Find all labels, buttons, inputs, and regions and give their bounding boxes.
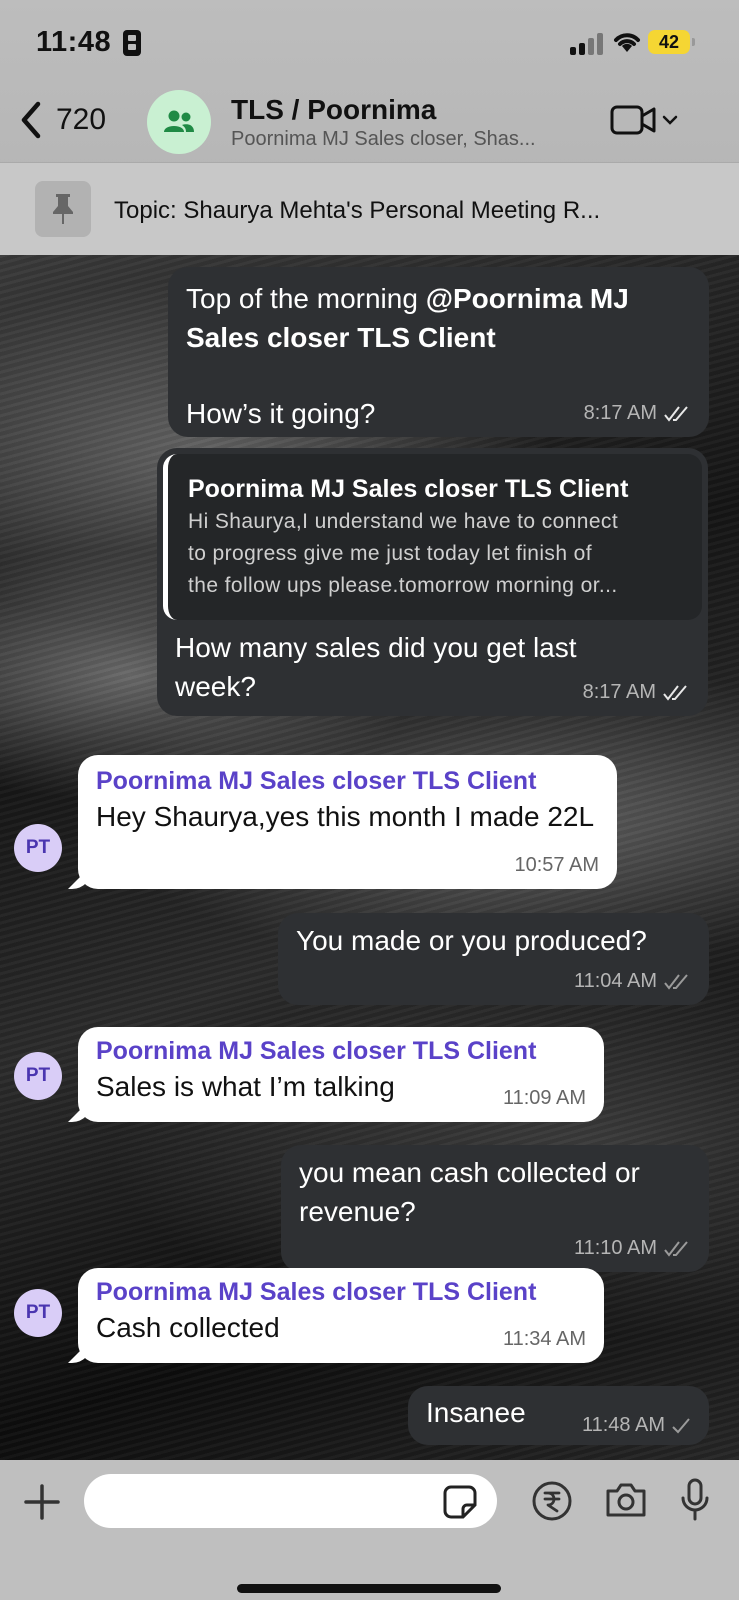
back-button[interactable]: 720 [18, 100, 106, 140]
microphone-icon[interactable] [680, 1478, 710, 1522]
message-time: 11:48 AM [581, 1414, 665, 1436]
outgoing-message[interactable]: You made or you produced? 11:04 AM [278, 913, 709, 1005]
home-indicator [237, 1584, 501, 1593]
chevron-down-icon [662, 115, 678, 125]
status-bar: 11:48 42 [0, 0, 739, 80]
single-check-icon [672, 1417, 690, 1433]
pinned-topic: Topic: Shaurya Mehta's Personal Meeting … [114, 197, 601, 224]
plus-icon[interactable] [22, 1482, 62, 1522]
double-check-icon [664, 1240, 688, 1257]
message-meta: 11:10 AM [574, 1237, 691, 1260]
message-time: 11:10 AM [573, 1237, 657, 1259]
message-meta: 11:04 AM [574, 970, 691, 993]
rupee-payment-icon[interactable] [531, 1480, 573, 1522]
quote-text-line: the follow ups please.tomorrow morning o… [188, 574, 618, 597]
message-text: How many sales did you get last week? [175, 632, 577, 702]
quote-text-line: to progress give me just today let finis… [188, 542, 592, 565]
incoming-message[interactable]: Poornima MJ Sales closer TLS Client Hey … [68, 755, 617, 889]
double-check-icon [663, 684, 687, 701]
incoming-message[interactable]: Poornima MJ Sales closer TLS Client Cash… [68, 1268, 604, 1363]
quoted-message[interactable]: Poornima MJ Sales closer TLS Client Hi S… [163, 454, 702, 620]
message-meta: 11:09 AM [503, 1087, 586, 1110]
message-time: 8:17 AM [582, 681, 656, 703]
unread-count: 720 [56, 103, 107, 136]
message-time: 11:34 AM [502, 1328, 586, 1350]
message-text: Hey Shaurya,yes this month I made 22L [96, 801, 595, 832]
message-meta: 8:17 AM [583, 681, 690, 704]
sender-name[interactable]: Poornima MJ Sales closer TLS Client [96, 1276, 586, 1308]
camera-icon[interactable] [604, 1482, 648, 1518]
message-time: 8:17 AM [583, 402, 657, 424]
quote-text-line: Hi Shaurya,I understand we have to conne… [188, 510, 619, 533]
quote-author: Poornima MJ Sales closer TLS Client [188, 475, 629, 503]
double-check-icon [664, 405, 688, 422]
group-avatar[interactable] [147, 90, 211, 154]
pin-icon [53, 194, 73, 224]
chevron-left-icon [21, 101, 41, 139]
message-text: Top of the morning [186, 283, 426, 314]
outgoing-message[interactable]: Insanee 11:48 AM [408, 1386, 709, 1445]
message-meta: 10:57 AM [514, 854, 599, 877]
pin-button[interactable] [35, 181, 91, 237]
message-text: You made or you produced? [296, 925, 647, 956]
sender-name[interactable]: Poornima MJ Sales closer TLS Client [96, 1035, 586, 1067]
chat-title[interactable]: TLS / Poornima [231, 94, 436, 126]
message-meta: 8:17 AM [584, 402, 691, 425]
outgoing-message[interactable]: Top of the morning @Poornima MJ Sales cl… [168, 267, 709, 437]
avatar[interactable]: PT [14, 1289, 62, 1337]
avatar[interactable]: PT [14, 1052, 62, 1100]
outgoing-reply-message[interactable]: Poornima MJ Sales closer TLS Client Hi S… [157, 448, 708, 716]
message-meta: 11:48 AM [582, 1414, 691, 1437]
wifi-icon [614, 33, 640, 52]
message-meta: 11:34 AM [503, 1328, 586, 1351]
message-time: 11:04 AM [573, 970, 657, 992]
chat-header: 720 TLS / Poornima Poornima MJ Sales clo… [0, 80, 739, 162]
chat-members[interactable]: Poornima MJ Sales closer, Shas... [231, 128, 536, 151]
sender-name[interactable]: Poornima MJ Sales closer TLS Client [96, 765, 599, 797]
video-camera-icon [610, 105, 656, 135]
composer-bar [0, 1460, 739, 1600]
pinned-message-bar[interactable]: Topic: Shaurya Mehta's Personal Meeting … [0, 162, 739, 255]
double-check-icon [664, 973, 688, 990]
outgoing-message[interactable]: you mean cash collected or revenue? 11:1… [281, 1145, 709, 1272]
message-time: 11:09 AM [502, 1087, 586, 1109]
message-text: you mean cash collected or revenue? [299, 1157, 640, 1227]
message-input[interactable] [84, 1474, 497, 1528]
video-call-button[interactable] [610, 104, 678, 136]
group-icon [164, 110, 194, 132]
message-time: 10:57 AM [514, 854, 599, 876]
top-area: 11:48 42 720 TLS / Poornima Poornima MJ … [0, 0, 739, 255]
status-time: 11:48 [36, 26, 112, 58]
avatar[interactable]: PT [14, 824, 62, 872]
sticker-icon[interactable] [443, 1485, 477, 1519]
sim-card-icon [123, 30, 141, 56]
incoming-message[interactable]: Poornima MJ Sales closer TLS Client Sale… [68, 1027, 604, 1122]
battery-indicator: 42 [648, 30, 695, 54]
cellular-signal-icon [570, 33, 604, 55]
message-list[interactable]: Top of the morning @Poornima MJ Sales cl… [0, 255, 739, 1460]
